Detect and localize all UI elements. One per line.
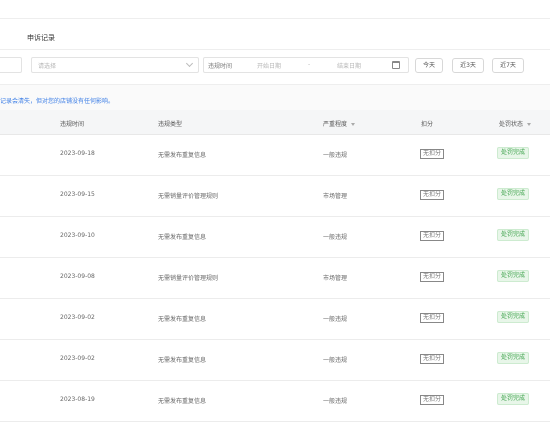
row-status-badge: 处罚完成	[497, 270, 530, 282]
calendar-icon[interactable]	[392, 61, 400, 69]
row-deduct-tag: 无扣分	[420, 313, 445, 323]
row-severity: 一般违规	[323, 398, 348, 405]
row-violation-type: 无需发布重复信息	[158, 152, 207, 159]
row-date: 2023-09-02	[60, 355, 95, 362]
column-penalty-status[interactable]: 处罚状态	[499, 119, 532, 128]
column-violation-type: 违规类型	[158, 121, 183, 128]
row-deduct-tag: 无扣分	[420, 395, 445, 405]
table-row: 2023-09-02 无需发布重复信息 一般违规 无扣分 处罚完成	[0, 299, 550, 340]
chevron-down-icon	[185, 59, 194, 68]
row-severity: 一般违规	[323, 234, 348, 241]
row-status-badge: 处罚完成	[497, 393, 530, 405]
row-date: 2023-09-10	[60, 232, 95, 239]
start-date-input[interactable]: 开始日期	[257, 61, 281, 70]
row-status-badge: 处罚完成	[497, 188, 530, 200]
violation-table: 违规时间 违规类型 严重程度 扣分 处罚状态 2023-09-18 无需发布重复信…	[0, 110, 550, 422]
end-date-input[interactable]: 结束日期	[337, 61, 361, 70]
filter-bar: 请选择 违规时间 开始日期 - 结束日期 今天 近3天 近7天	[0, 50, 550, 85]
row-date: 2023-09-02	[60, 314, 95, 321]
table-body: 2023-09-18 无需发布重复信息 一般违规 无扣分 处罚完成 2023-09-15 无…	[0, 135, 550, 422]
column-violation-time: 违规时间	[60, 121, 85, 128]
filter-input-partial[interactable]	[0, 57, 22, 73]
row-deduct-tag: 无扣分	[420, 231, 445, 241]
notice-text: 记录会清失，但对您的店铺没有任何影响。	[0, 98, 115, 105]
filter-icon[interactable]	[351, 123, 356, 126]
row-date: 2023-09-15	[60, 191, 95, 198]
row-status-badge: 处罚完成	[497, 311, 530, 323]
row-severity: 市场管理	[323, 275, 348, 282]
top-bar	[0, 0, 550, 19]
quick-7days-button[interactable]: 近7天	[492, 58, 524, 73]
row-violation-type: 无需发布重复信息	[158, 234, 207, 241]
filter-icon[interactable]	[527, 123, 532, 126]
quick-3days-button[interactable]: 近3天	[452, 58, 484, 73]
row-status-badge: 处罚完成	[497, 352, 530, 364]
row-status-badge: 处罚完成	[497, 229, 530, 241]
column-penalty-status-label: 处罚状态	[499, 121, 524, 128]
row-severity: 一般违规	[323, 152, 348, 159]
row-violation-type: 无需发布重复信息	[158, 316, 207, 323]
row-severity: 市场管理	[323, 193, 348, 200]
row-violation-type: 无需发布重复信息	[158, 398, 207, 405]
column-severity[interactable]: 严重程度	[323, 119, 356, 128]
date-range-picker[interactable]: 违规时间 开始日期 - 结束日期	[203, 57, 409, 73]
tab-appeal-records[interactable]: 申诉记录	[27, 33, 55, 43]
date-separator: -	[308, 61, 311, 68]
row-severity: 一般违规	[323, 316, 348, 323]
date-range-label: 违规时间	[208, 63, 233, 70]
row-deduct-tag: 无扣分	[420, 272, 445, 282]
row-violation-type: 无需销量评价管理规则	[158, 193, 219, 200]
row-violation-type: 无需销量评价管理规则	[158, 275, 219, 282]
row-deduct-tag: 无扣分	[420, 149, 445, 159]
row-status-badge: 处罚完成	[497, 147, 530, 159]
type-select-placeholder: 请选择	[38, 63, 57, 70]
table-row: 2023-09-02 无需发布重复信息 一般违规 无扣分 处罚完成	[0, 340, 550, 381]
row-violation-type: 无需发布重复信息	[158, 357, 207, 364]
row-date: 2023-08-19	[60, 396, 95, 403]
table-row: 2023-09-18 无需发布重复信息 一般违规 无扣分 处罚完成	[0, 135, 550, 176]
table-row: 2023-09-15 无需销量评价管理规则 市场管理 无扣分 处罚完成	[0, 176, 550, 217]
tab-bar: 申诉记录	[0, 19, 550, 50]
row-date: 2023-09-08	[60, 273, 95, 280]
quick-today-button[interactable]: 今天	[415, 58, 443, 73]
table-row: 2023-09-10 无需发布重复信息 一般违规 无扣分 处罚完成	[0, 217, 550, 258]
type-select[interactable]: 请选择	[31, 57, 199, 73]
row-deduct-tag: 无扣分	[420, 190, 445, 200]
column-deduct: 扣分	[421, 121, 434, 128]
row-severity: 一般违规	[323, 357, 348, 364]
row-deduct-tag: 无扣分	[420, 354, 445, 364]
column-severity-label: 严重程度	[323, 121, 348, 128]
table-row: 2023-09-08 无需销量评价管理规则 市场管理 无扣分 处罚完成	[0, 258, 550, 299]
row-date: 2023-09-18	[60, 150, 95, 157]
table-row: 2023-08-19 无需发布重复信息 一般违规 无扣分 处罚完成	[0, 381, 550, 422]
table-header: 违规时间 违规类型 严重程度 扣分 处罚状态	[0, 110, 550, 135]
